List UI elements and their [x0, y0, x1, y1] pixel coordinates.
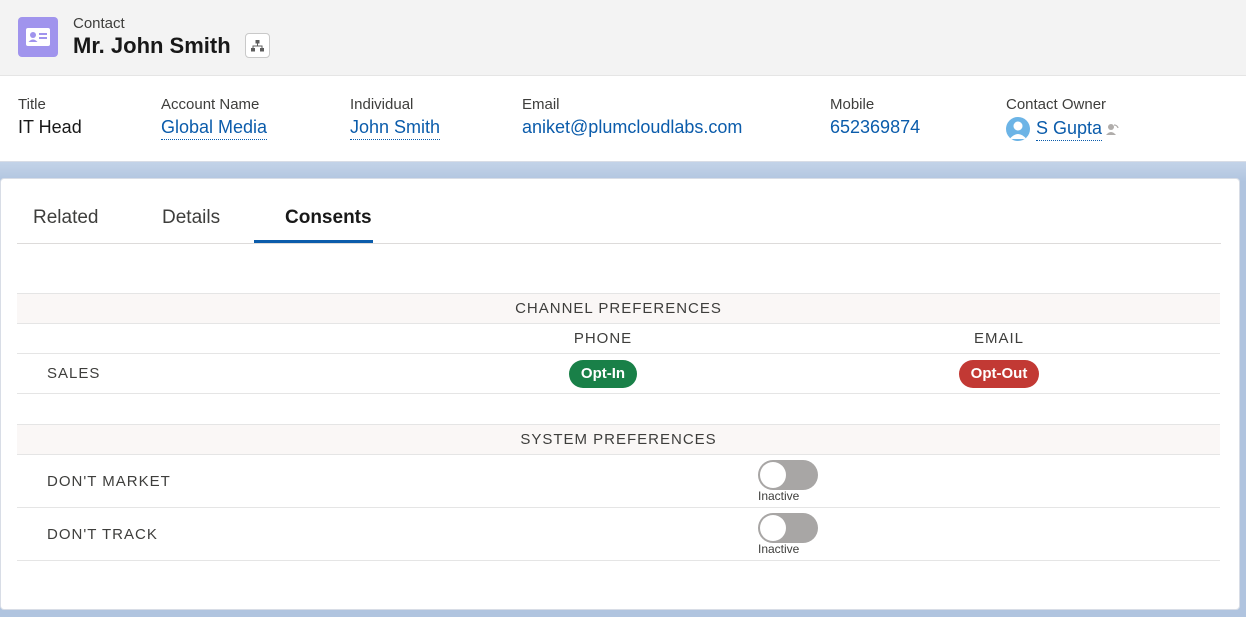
table-row: SALES Opt-In Opt-Out	[17, 354, 1220, 394]
field-owner-label: Contact Owner	[1006, 96, 1107, 113]
individual-link[interactable]: John Smith	[350, 117, 441, 140]
field-title-label: Title	[18, 96, 46, 113]
tab-related[interactable]: Related	[33, 207, 99, 244]
dont-market-status: Inactive	[758, 489, 800, 503]
hierarchy-icon	[251, 39, 264, 51]
dont-market-toggle[interactable]	[758, 460, 818, 490]
record-name: Mr. John Smith	[73, 33, 231, 58]
field-mobile-label: Mobile	[830, 96, 875, 113]
sales-row-label: SALES	[47, 365, 101, 382]
tab-details[interactable]: Details	[162, 207, 220, 244]
record-header: Contact Mr. John Smith	[0, 0, 1246, 76]
field-title-value: IT Head	[18, 117, 82, 137]
dont-market-label: DON'T MARKET	[47, 473, 171, 490]
email-column-header: EMAIL	[973, 330, 1024, 347]
field-individual-label: Individual	[350, 96, 414, 113]
consents-card: Related Details Consents CHANNEL PREFERE…	[0, 178, 1240, 610]
table-row: DON'T TRACK Inactive	[17, 508, 1220, 561]
toggle-knob	[760, 462, 786, 488]
table-row: DON'T MARKET Inactive	[17, 455, 1220, 508]
field-account: Account Name Global Media	[161, 96, 268, 140]
tab-consents[interactable]: Consents	[285, 207, 372, 244]
field-account-label: Account Name	[161, 96, 260, 113]
field-title: Title IT Head	[18, 96, 82, 138]
owner-link[interactable]: S Gupta	[1036, 118, 1103, 141]
channel-preferences-header: CHANNEL PREFERENCES	[17, 293, 1220, 324]
contact-card-icon	[18, 17, 58, 57]
email-opt-out-badge: Opt-Out	[959, 360, 1039, 388]
field-email: Email aniket@plumcloudlabs.com	[522, 96, 742, 138]
highlights-panel: Title IT Head Account Name Global Media …	[0, 76, 1246, 162]
toggle-knob	[760, 515, 786, 541]
system-preferences-header: SYSTEM PREFERENCES	[17, 424, 1220, 455]
change-owner-icon[interactable]	[1105, 122, 1119, 136]
email-link[interactable]: aniket@plumcloudlabs.com	[522, 117, 742, 138]
field-email-label: Email	[522, 96, 560, 113]
dont-track-status: Inactive	[758, 542, 800, 556]
object-type-label: Contact	[73, 15, 125, 32]
account-link[interactable]: Global Media	[161, 117, 268, 140]
active-tab-indicator	[254, 240, 373, 243]
user-avatar-icon	[1006, 117, 1030, 141]
mobile-link[interactable]: 652369874	[830, 117, 920, 138]
view-hierarchy-button[interactable]	[245, 33, 270, 58]
dont-track-label: DON'T TRACK	[47, 526, 158, 543]
field-individual: Individual John Smith	[350, 96, 441, 140]
channel-columns-row: PHONE EMAIL	[17, 324, 1220, 354]
tab-bar: Related Details Consents	[17, 179, 1221, 244]
field-mobile: Mobile 652369874	[830, 96, 920, 138]
phone-opt-in-badge: Opt-In	[569, 360, 637, 388]
field-owner: Contact Owner S Gupta	[1006, 96, 1119, 141]
dont-track-toggle[interactable]	[758, 513, 818, 543]
phone-column-header: PHONE	[573, 330, 633, 347]
